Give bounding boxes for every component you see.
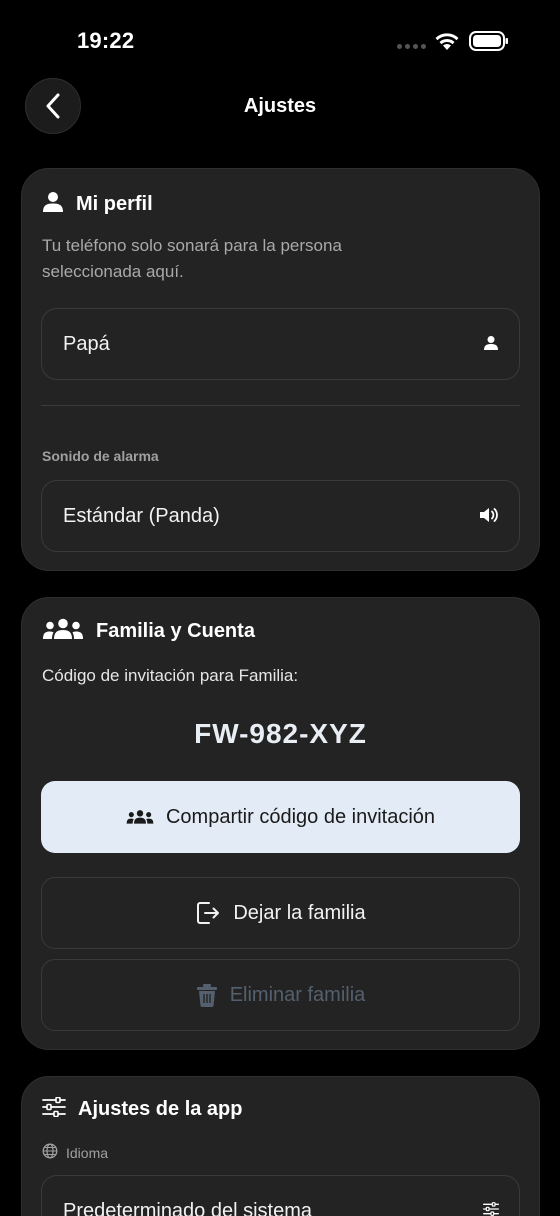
profile-card: Mi perfil Tu teléfono solo sonará para l… <box>21 168 540 571</box>
family-title: Familia y Cuenta <box>96 620 255 642</box>
sliders-icon <box>42 1096 66 1122</box>
person-selector[interactable]: Papá <box>41 308 520 380</box>
family-header: Familia y Cuenta <box>42 618 255 645</box>
app-settings-card: Ajustes de la app Idioma Predeterminado … <box>21 1076 540 1216</box>
globe-icon <box>42 1143 58 1162</box>
profile-header: Mi perfil <box>42 191 153 218</box>
trash-icon <box>196 983 218 1007</box>
page-title: Ajustes <box>243 95 317 117</box>
family-group-icon <box>42 618 84 645</box>
alarm-sound-value: Estándar (Panda) <box>63 505 220 527</box>
language-value: Predeterminado del sistema <box>63 1200 313 1216</box>
person-icon <box>42 191 64 218</box>
sliders-icon <box>483 1202 499 1216</box>
delete-family-label: Eliminar familia <box>229 983 366 1006</box>
battery-icon <box>469 31 509 56</box>
leave-family-button[interactable]: Dejar la familia <box>41 877 520 949</box>
person-selector-value: Papá <box>63 333 110 355</box>
share-invite-code-button[interactable]: Compartir código de invitación <box>41 781 520 853</box>
language-label: Idioma <box>66 1144 109 1161</box>
navigation-bar: Ajustes <box>0 78 560 136</box>
language-label-row: Idioma <box>42 1143 108 1162</box>
status-bar: 19:22 <box>0 0 560 80</box>
family-card: Familia y Cuenta Código de invitación pa… <box>21 597 540 1050</box>
invite-code: FW-982-XYZ <box>194 718 367 749</box>
invite-code-label: Código de invitación para Familia: <box>42 666 299 685</box>
profile-title: Mi perfil <box>76 193 153 215</box>
profile-description: Tu teléfono solo sonará para la persona … <box>42 236 342 281</box>
language-selector[interactable]: Predeterminado del sistema <box>41 1175 520 1216</box>
app-settings-header: Ajustes de la app <box>42 1096 243 1122</box>
person-icon <box>483 335 499 356</box>
leave-family-label: Dejar la familia <box>233 901 366 924</box>
wifi-icon <box>433 31 461 56</box>
status-time: 19:22 <box>77 28 135 53</box>
family-group-icon <box>126 809 154 825</box>
speaker-icon <box>479 507 499 528</box>
alarm-sound-selector[interactable]: Estándar (Panda) <box>41 480 520 552</box>
share-invite-code-label: Compartir código de invitación <box>165 805 436 828</box>
alarm-sound-label: Sonido de alarma <box>42 448 159 464</box>
app-settings-title: Ajustes de la app <box>78 1098 243 1120</box>
section-divider <box>41 405 520 406</box>
delete-family-button[interactable]: Eliminar familia <box>41 959 520 1031</box>
logout-icon <box>195 900 221 926</box>
cellular-signal-icon <box>397 44 426 49</box>
